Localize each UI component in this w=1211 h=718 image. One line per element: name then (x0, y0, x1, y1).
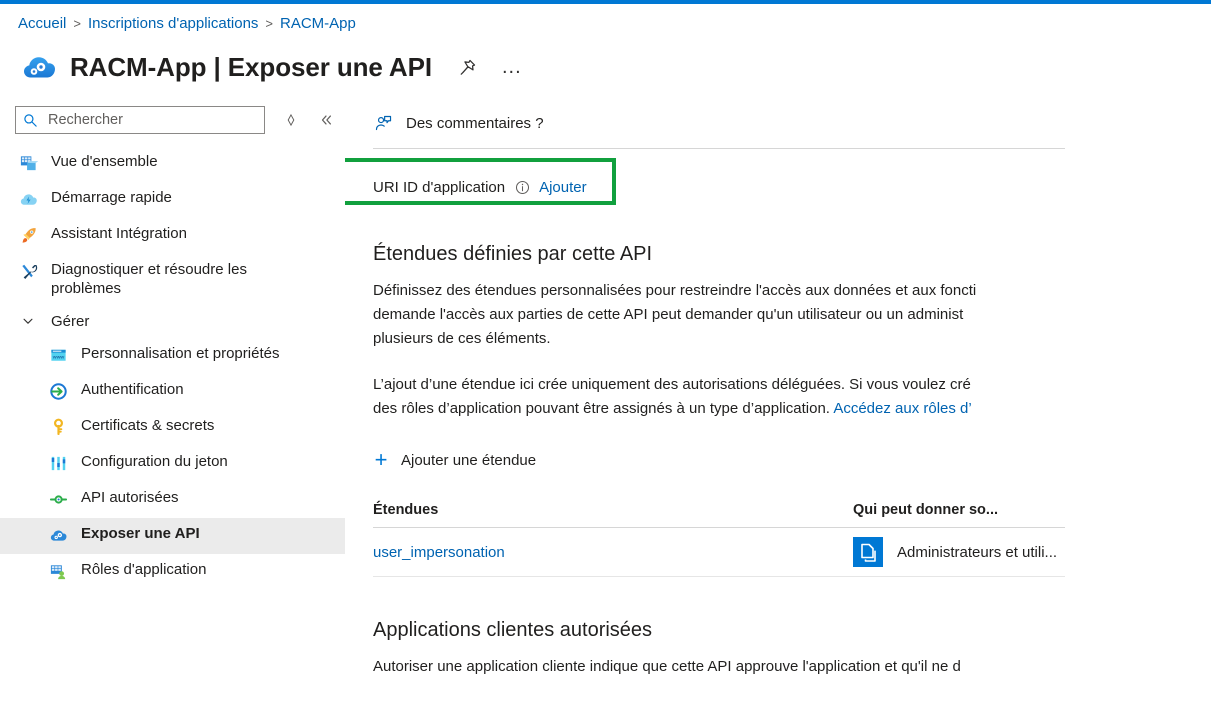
table-header-row: Étendues Qui peut donner so... (373, 493, 1065, 528)
ellipsis-icon[interactable]: ... (502, 57, 522, 77)
app-roles-link[interactable]: Accédez aux rôles d’ (833, 400, 971, 417)
sidebar-item-label: Authentification (81, 381, 184, 398)
sidebar-group-label: Gérer (51, 312, 90, 330)
scope-name-link[interactable]: user_impersonation (373, 544, 853, 561)
plus-icon: + (374, 447, 388, 472)
breadcrumb-item-home[interactable]: Accueil (18, 15, 66, 32)
scopes-section-title: Étendues définies par cette API (373, 243, 653, 265)
paragraph-line: L’ajout d’une étendue ici crée uniquemen… (373, 376, 971, 393)
sidebar: Vue d'ensemble Démarrage rapide (0, 92, 345, 694)
overview-grid-icon (18, 153, 38, 173)
column-header-consent: Qui peut donner so... (853, 502, 998, 518)
token-sliders-icon (48, 453, 68, 473)
rocket-icon (18, 225, 38, 245)
sidebar-item-label: Rôles d'application (81, 561, 207, 578)
sidebar-item-label: Diagnostiquer et résoudre les problèmes (51, 261, 247, 297)
sidebar-item-diagnose-solve[interactable]: Diagnostiquer et résoudre les problèmes (0, 254, 345, 304)
header-divider (373, 148, 1065, 149)
consent-cell: Administrateurs et utili... (853, 537, 1065, 567)
add-scope-label: Ajouter une étendue (401, 451, 537, 469)
search-box[interactable] (15, 106, 265, 134)
sidebar-item-integration-assistant[interactable]: Assistant Intégration (0, 218, 345, 254)
breadcrumb-item-racm-app[interactable]: RACM-App (280, 15, 356, 32)
paragraph-line: Définissez des étendues personnalisées p… (373, 282, 977, 299)
sidebar-item-label: Certificats & secrets (81, 417, 215, 434)
authentication-arrow-icon (48, 381, 68, 401)
paragraph-line-with-link: des rôles d’application pouvant être ass… (373, 397, 1065, 421)
sidebar-item-label: API autorisées (81, 489, 179, 506)
sidebar-item-label: Configuration du jeton (81, 453, 228, 470)
sidebar-item-expose-an-api[interactable]: Exposer une API (0, 518, 345, 554)
cloud-gears-icon (20, 48, 58, 86)
search-icon (23, 113, 39, 128)
app-id-uri-add-link[interactable]: Ajouter (539, 179, 587, 196)
scopes-table: Étendues Qui peut donner so... user_impe… (373, 493, 1065, 577)
info-icon[interactable] (514, 179, 530, 195)
collapse-chevrons-icon[interactable] (317, 111, 335, 129)
app-roles-icon (48, 561, 68, 581)
breadcrumb: Accueil > Inscriptions d'applications > … (0, 4, 1211, 36)
sidebar-item-label: Assistant Intégration (51, 225, 187, 242)
troubleshoot-tools-icon (18, 261, 38, 281)
client-apps-paragraph: Autoriser une application cliente indiqu… (373, 658, 961, 675)
sidebar-item-label: Vue d'ensemble (51, 153, 158, 170)
branding-www-icon: www (48, 345, 68, 365)
app-id-uri-label: URI ID d'application (373, 178, 506, 196)
breadcrumb-separator: > (265, 15, 274, 31)
svg-text:www: www (51, 355, 64, 360)
breadcrumb-separator: > (73, 15, 81, 31)
main-content: Des commentaires ? URI ID d'application … (345, 92, 1211, 694)
copy-icon[interactable] (853, 537, 883, 567)
sidebar-item-overview[interactable]: Vue d'ensemble (0, 146, 345, 182)
sidebar-nav: Vue d'ensemble Démarrage rapide Assistan… (0, 140, 345, 590)
page-title: RACM-App | Exposer une API (70, 51, 432, 82)
client-apps-section-title: Applications clientes autorisées (373, 619, 653, 641)
sidebar-item-quickstart[interactable]: Démarrage rapide (0, 182, 345, 218)
scopes-delegated-paragraph: L’ajout d’une étendue ici crée uniquemen… (373, 373, 1065, 421)
sidebar-item-label: Exposer une API (81, 525, 200, 542)
scopes-description-paragraph: Définissez des étendues personnalisées p… (373, 279, 1065, 351)
table-row[interactable]: user_impersonation Administrateurs et ut… (373, 528, 1065, 577)
page-header: RACM-App | Exposer une API ... (0, 36, 1211, 92)
sidebar-item-label: Personnalisation et propriétés (81, 345, 280, 362)
app-id-uri-row: URI ID d'application Ajouter (373, 173, 1211, 201)
paragraph-line: demande l'accès aux parties de cette API… (373, 306, 964, 323)
sidebar-item-label: Démarrage rapide (51, 189, 172, 206)
api-permissions-icon (48, 489, 68, 509)
resize-handle-icon[interactable] (282, 111, 300, 129)
search-input[interactable] (46, 111, 257, 129)
sidebar-item-authentication[interactable]: Authentification (0, 374, 345, 410)
consent-text: Administrateurs et utili... (897, 543, 1058, 561)
pin-icon[interactable] (456, 55, 480, 79)
sidebar-group-manage[interactable]: Gérer (0, 304, 345, 338)
feedback-label: Des commentaires ? (406, 114, 544, 132)
sidebar-item-branding-properties[interactable]: www Personnalisation et propriétés (0, 338, 345, 374)
sidebar-item-api-permissions[interactable]: API autorisées (0, 482, 345, 518)
feedback-row[interactable]: Des commentaires ? (373, 92, 1211, 146)
chevron-down-icon (18, 314, 38, 328)
key-icon (48, 417, 68, 437)
paragraph-line: plusieurs de ces éléments. (373, 330, 551, 347)
page-header-actions: ... (456, 55, 522, 79)
sidebar-item-certificates-secrets[interactable]: Certificats & secrets (0, 410, 345, 446)
cloud-gears-icon (48, 525, 68, 545)
quickstart-cloud-icon (18, 189, 38, 209)
paragraph-line: des rôles d’application pouvant être ass… (373, 400, 834, 417)
sidebar-item-app-roles[interactable]: Rôles d'application (0, 554, 345, 590)
column-header-scopes: Étendues (373, 502, 439, 518)
breadcrumb-item-app-registrations[interactable]: Inscriptions d'applications (88, 15, 258, 32)
add-scope-button[interactable]: + Ajouter une étendue (373, 449, 1211, 471)
sidebar-item-token-configuration[interactable]: Configuration du jeton (0, 446, 345, 482)
sidebar-search-row (0, 100, 345, 140)
feedback-person-icon (373, 113, 393, 133)
